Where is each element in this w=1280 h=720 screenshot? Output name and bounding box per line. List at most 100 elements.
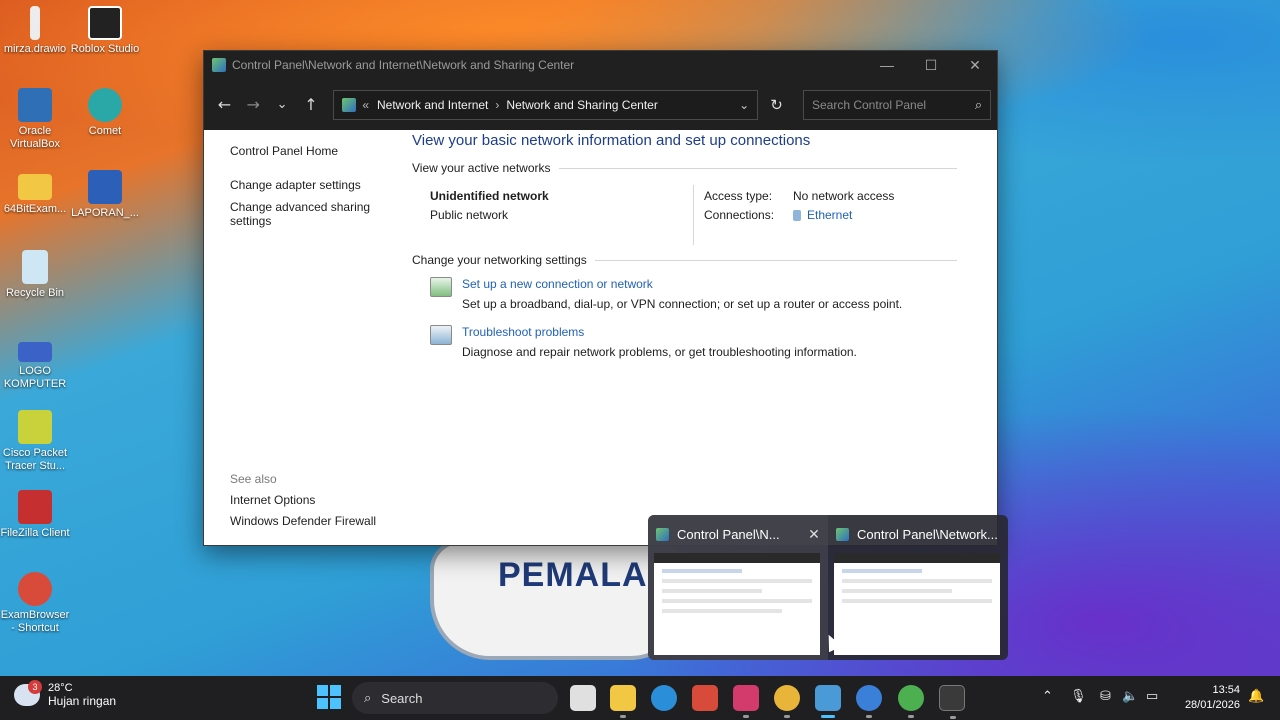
edge-icon[interactable]: [651, 685, 677, 711]
search-box[interactable]: ⌕: [802, 89, 991, 120]
desktop-icon-label: LAPORAN_...: [71, 207, 139, 219]
weather-cloud-icon: 3: [14, 680, 42, 706]
main-pane: View your basic network information and …: [412, 132, 957, 359]
troubleshoot-problems-link[interactable]: Troubleshoot problems: [462, 325, 857, 339]
preview-close-button[interactable]: ✕: [800, 526, 828, 543]
control-panel-icon: [212, 58, 226, 72]
search-icon[interactable]: ⌕: [967, 97, 990, 113]
connections-label: Connections:: [704, 208, 775, 222]
task-view-icon[interactable]: [570, 685, 596, 711]
chrome-profile-icon[interactable]: [898, 685, 924, 718]
refresh-icon[interactable]: ↻: [762, 90, 791, 120]
ethernet-icon: [793, 210, 801, 222]
wallpaper-text: PEMALA: [498, 556, 648, 594]
control-panel-icon: [342, 97, 357, 112]
network-name: Unidentified network: [430, 189, 549, 203]
image-icon: [18, 342, 52, 362]
packet-tracer-icon: [18, 410, 52, 444]
folder-icon: [18, 174, 52, 200]
search-input[interactable]: [811, 97, 967, 112]
breadcrumb-network-sharing-center[interactable]: Network and Sharing Center: [506, 98, 657, 112]
terminal-icon[interactable]: [939, 685, 965, 719]
setup-connection-link[interactable]: Set up a new connection or network: [462, 277, 902, 291]
desktop-icon-logo-komputer[interactable]: LOGO KOMPUTER: [0, 336, 70, 391]
address-bar[interactable]: « Network and Internet › Network and Sha…: [333, 89, 759, 120]
comet-icon[interactable]: [856, 685, 882, 718]
desktop-icon-exambrowser[interactable]: ExamBrowser - Shortcut: [0, 572, 70, 635]
show-hidden-icons[interactable]: ⌃: [1042, 688, 1053, 704]
desktop-icon-label: 64BitExam...: [3, 203, 67, 215]
section-title: View your active networks: [412, 161, 551, 175]
preview-window-1[interactable]: Control Panel\N... ✕: [648, 515, 828, 660]
breadcrumb-network-and-internet[interactable]: Network and Internet: [377, 98, 488, 112]
network-icon[interactable]: ⛁: [1100, 688, 1111, 704]
desktop-icon-label: Oracle VirtualBox: [10, 125, 60, 150]
weather-condition: Hujan ringan: [48, 694, 117, 708]
comet-icon: [88, 88, 122, 122]
control-panel-home-link[interactable]: Control Panel Home: [230, 144, 390, 158]
notification-icon[interactable]: 🔔: [1248, 688, 1264, 704]
temperature: 28°C: [48, 682, 73, 694]
preview-window-2[interactable]: Control Panel\Network...: [828, 515, 1008, 660]
snipping-tool-icon[interactable]: [733, 685, 759, 718]
title-bar[interactable]: Control Panel\Network and Internet\Netwo…: [204, 51, 997, 79]
exambrowser-icon[interactable]: [692, 685, 718, 711]
window-title: Control Panel\Network and Internet\Netwo…: [232, 58, 575, 72]
desktop-icon-label: Comet: [88, 125, 122, 137]
desktop-icon-cisco-packet-tracer[interactable]: Cisco Packet Tracer Stu...: [0, 410, 70, 473]
change-adapter-settings-link[interactable]: Change adapter settings: [230, 178, 390, 192]
desktop-icon-filezilla[interactable]: FileZilla Client: [0, 490, 70, 540]
ethernet-link[interactable]: Ethernet: [807, 208, 852, 222]
roblox-icon: [88, 6, 122, 40]
access-type-label: Access type:: [704, 189, 773, 203]
forward-button[interactable]: →: [239, 90, 268, 120]
desktop-icon-label: Recycle Bin: [5, 287, 65, 299]
clock[interactable]: 13:54 28/01/2026: [1178, 683, 1240, 713]
recent-locations-button[interactable]: ⌄: [268, 90, 297, 120]
date: 28/01/2026: [1184, 699, 1240, 711]
close-button[interactable]: ✕: [953, 51, 997, 79]
content-area: Control Panel Home Change adapter settin…: [204, 130, 997, 545]
internet-options-link[interactable]: Internet Options: [230, 493, 376, 507]
desktop-icon-drawio[interactable]: mirza.drawio: [0, 6, 70, 56]
search-icon: ⌕: [364, 690, 372, 705]
desktop-icon-comet[interactable]: Comet: [70, 88, 140, 138]
drawio-icon: [30, 6, 40, 40]
file-explorer-icon[interactable]: [610, 685, 636, 718]
change-advanced-sharing-link[interactable]: Change advanced sharing settings: [230, 200, 390, 228]
network-sharing-center-window: Control Panel\Network and Internet\Netwo…: [203, 50, 998, 546]
troubleshoot-icon: [430, 325, 452, 345]
desktop-icon-recycle-bin[interactable]: Recycle Bin: [0, 250, 70, 300]
taskbar-search[interactable]: ⌕ Search: [352, 682, 558, 714]
windows-defender-firewall-link[interactable]: Windows Defender Firewall: [230, 514, 376, 528]
see-also-header: See also: [230, 472, 277, 486]
control-panel-taskbar-icon[interactable]: [815, 685, 841, 718]
microphone-icon[interactable]: 🎙: [1070, 688, 1087, 704]
address-dropdown-icon[interactable]: ⌄: [731, 98, 757, 112]
weather-widget[interactable]: 3 28°C Hujan ringan: [14, 680, 117, 708]
preview-thumbnail[interactable]: [834, 553, 1000, 655]
notification-badge: 3: [28, 680, 42, 694]
preview-title: Control Panel\N...: [677, 526, 780, 542]
volume-icon[interactable]: 🔈: [1122, 688, 1138, 704]
desktop-icon-label: ExamBrowser - Shortcut: [0, 609, 70, 634]
section-title: Change your networking settings: [412, 253, 587, 267]
preview-thumbnail[interactable]: [654, 553, 820, 655]
back-button[interactable]: ←: [210, 90, 239, 120]
start-button[interactable]: [317, 685, 341, 709]
minimize-button[interactable]: —: [865, 51, 909, 79]
preview-title: Control Panel\Network...: [857, 526, 998, 542]
desktop-icon-virtualbox[interactable]: Oracle VirtualBox: [0, 88, 70, 151]
up-button[interactable]: ↑: [296, 90, 325, 120]
network-type: Public network: [430, 208, 509, 222]
desktop-icon-laporan[interactable]: LAPORAN_...: [70, 170, 140, 220]
chrome-icon[interactable]: [774, 685, 800, 718]
address-overflow[interactable]: «: [362, 98, 369, 112]
desktop-icon-64bitexam[interactable]: 64BitExam...: [0, 170, 70, 216]
desktop-icon-roblox-studio[interactable]: Roblox Studio: [70, 6, 140, 56]
maximize-button[interactable]: ☐: [909, 51, 953, 79]
desktop-icon-label: FileZilla Client: [0, 527, 70, 539]
active-network: Unidentified network Public network Acce…: [412, 185, 957, 245]
battery-icon[interactable]: ▭: [1146, 688, 1158, 704]
task-description: Set up a broadband, dial-up, or VPN conn…: [462, 297, 903, 311]
